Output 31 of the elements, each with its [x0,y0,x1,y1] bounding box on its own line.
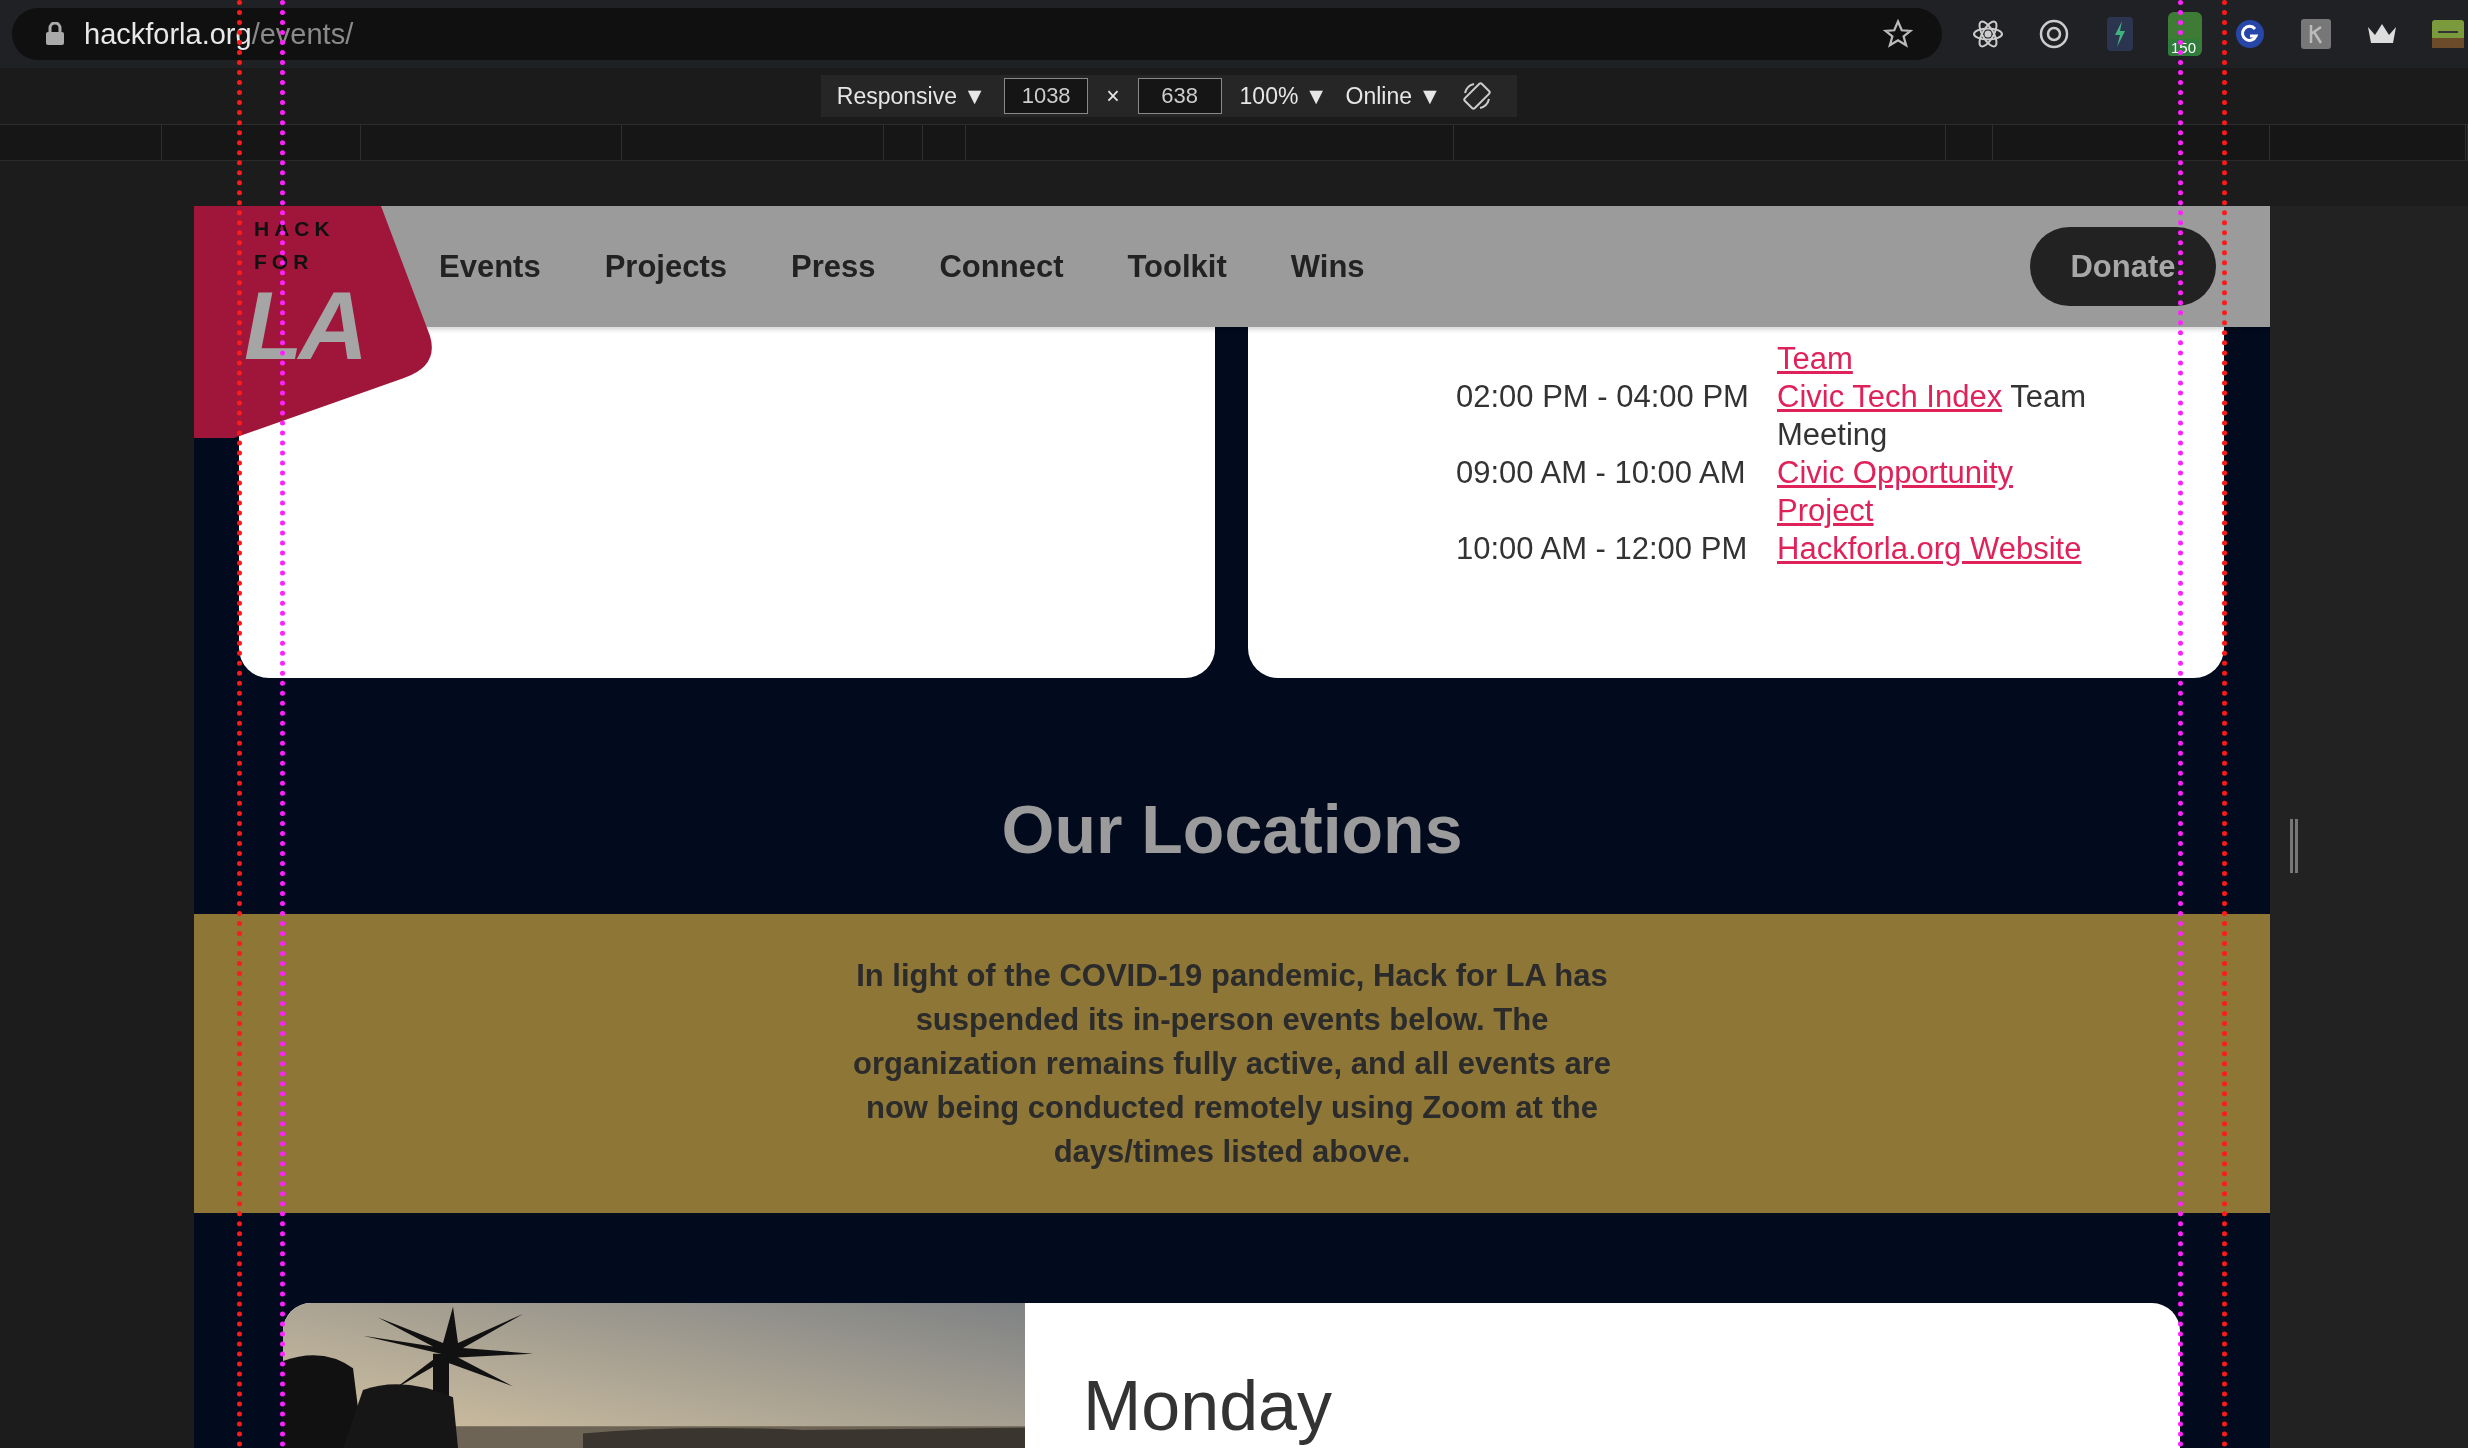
nav-link[interactable]: Press [791,248,876,285]
section-heading: Our Locations [1000,790,1464,869]
zoom-dropdown[interactable]: 100% ▼ [1239,82,1328,110]
nav-link[interactable]: Wins [1290,248,1365,285]
width-field[interactable]: 1038 [1004,78,1089,114]
nav-link[interactable]: Toolkit [1127,248,1227,285]
event-link[interactable]: Hackforla.org Website [1777,530,2099,568]
nav-link[interactable]: Connect [939,248,1064,285]
event-time: 02:00 PM - 04:00 PM [1456,378,1750,416]
network-dropdown[interactable]: Online ▼ [1345,82,1442,110]
logo-wordmark: FOR [254,251,314,272]
address-bar[interactable]: hackforla.org/events/ [12,8,1942,60]
nav-link[interactable]: Events [439,248,541,285]
notice-text: In light of the COVID-19 pandemic, Hack for LA has suspended its in-person events below. The organization remains fully active, and all events are now being conducted remotely using Zoom at the days/times listed above. [851,956,1612,1171]
event-link[interactable]: Team [1777,340,2099,378]
url-text: hackforla.org/events/ [84,17,355,51]
event-time: 09:00 AM - 10:00 AM [1456,454,1747,492]
logo-wordmark: HACK [254,218,335,239]
extension-icon[interactable] [2298,16,2334,52]
height-field[interactable]: 638 [1137,78,1222,114]
logo-letters: LA [244,278,364,374]
event-title: Civic Tech Index Team Meeting [1777,378,2088,454]
event-link[interactable]: Civic Tech Index [1777,379,2003,414]
event-link[interactable]: Civic Opportunity Project [1777,454,2099,530]
day-heading: Monday [1082,1366,1333,1447]
donate-button[interactable]: Donate [2030,227,2216,306]
times-sign: × [1106,82,1120,110]
event-time: 10:00 AM - 12:00 PM [1456,530,1749,568]
resize-handle[interactable] [2290,819,2298,873]
nav-link[interactable]: Projects [604,248,727,285]
device-dropdown[interactable]: Responsive ▼ [836,82,987,110]
